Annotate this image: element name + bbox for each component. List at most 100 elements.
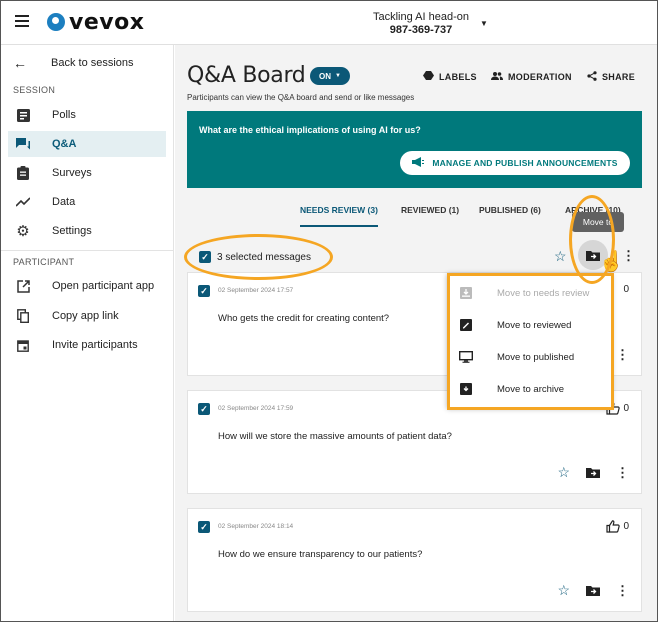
tab-published[interactable]: PUBLISHED (6) — [479, 203, 541, 227]
copy-icon — [15, 309, 31, 323]
tab-reviewed[interactable]: REVIEWED (1) — [401, 203, 459, 227]
page-subtitle: Participants can view the Q&A board and … — [187, 93, 415, 102]
tab-needs-review[interactable]: NEEDS REVIEW (3) — [300, 203, 378, 227]
message-checkbox[interactable]: ✓ — [198, 403, 210, 415]
caret-down-icon: ▼ — [335, 73, 341, 79]
labels-button[interactable]: LABELS — [423, 70, 477, 84]
people-icon — [491, 71, 503, 83]
message-card: ✓ 02 September 2024 18:14 How do we ensu… — [187, 508, 642, 612]
sidebar-item-open-participant-app[interactable]: Open participant app — [8, 273, 166, 299]
star-icon[interactable]: ☆ — [557, 464, 570, 481]
menu-item-label: Move to archive — [497, 383, 565, 395]
select-all-checkbox[interactable]: ✓ — [199, 251, 211, 263]
sidebar-item-label: Copy app link — [52, 310, 119, 322]
message-checkbox[interactable]: ✓ — [198, 285, 210, 297]
message-actions: ☆ ⋮ — [541, 582, 629, 599]
announcement-banner: What are the ethical implications of usi… — [187, 111, 642, 188]
likes-value: 0 — [623, 403, 629, 414]
menu-item-label: Move to reviewed — [497, 319, 572, 331]
manage-announcements-button[interactable]: MANAGE AND PUBLISH ANNOUNCEMENTS — [400, 151, 630, 175]
session-selector[interactable]: Tackling AI head-on 987-369-737 — [361, 11, 481, 37]
sidebar-item-copy-app-link[interactable]: Copy app link — [8, 303, 166, 329]
menu-item-archive[interactable]: Move to archive — [447, 373, 612, 405]
thumb-up-icon[interactable] — [606, 520, 621, 533]
move-folder-icon[interactable] — [586, 585, 600, 596]
session-title: Tackling AI head-on — [372, 11, 469, 23]
logo-mark-icon — [47, 13, 65, 31]
session-code: 987-369-737 — [389, 24, 453, 36]
share-label: SHARE — [602, 72, 636, 82]
menu-item-label: Move to needs review — [497, 287, 590, 299]
move-to-menu: Move to needs review Move to reviewed Mo… — [447, 273, 612, 408]
trend-icon — [15, 195, 31, 209]
move-folder-icon[interactable] — [586, 467, 600, 478]
session-section-label: SESSION — [13, 85, 56, 95]
message-date: 02 September 2024 18:14 — [218, 523, 294, 530]
message-text: How do we ensure transparency to our pat… — [218, 549, 423, 560]
selected-count: 3 selected messages — [217, 251, 311, 263]
main-content: Q&A Board ON ▼ LABELS MODERATION SHARE P… — [175, 45, 657, 621]
sidebar-item-label: Settings — [52, 225, 92, 237]
participant-section-label: PARTICIPANT — [13, 257, 75, 267]
more-vert-icon[interactable]: ⋮ — [616, 465, 629, 481]
sidebar-item-qa[interactable]: Q&A — [8, 131, 166, 157]
sidebar-item-label: Invite participants — [52, 339, 138, 351]
sidebar: ← Back to sessions SESSION Polls Q&A Sur… — [1, 45, 174, 621]
more-vert-icon[interactable]: ⋮ — [616, 583, 629, 599]
message-text: Who gets the credit for creating content… — [218, 313, 390, 324]
calendar-icon — [15, 338, 31, 352]
sidebar-item-settings[interactable]: ⚙ Settings — [8, 218, 166, 244]
sidebar-item-surveys[interactable]: Surveys — [8, 160, 166, 186]
more-vert-icon[interactable]: ⋮ — [616, 347, 629, 363]
app-window: vevox Tackling AI head-on 987-369-737 ▼ … — [0, 0, 658, 622]
back-label: Back to sessions — [51, 57, 134, 69]
message-actions: ☆ ⋮ — [541, 464, 629, 481]
on-label: ON — [319, 71, 332, 81]
edit-note-icon — [459, 318, 473, 332]
inbox-icon — [459, 286, 473, 300]
like-count: 0 — [623, 284, 629, 295]
menu-item-published[interactable]: Move to published — [447, 341, 612, 373]
likes-value: 0 — [623, 521, 629, 532]
sidebar-item-label: Data — [52, 196, 76, 208]
hand-cursor-icon: ☝ — [599, 251, 624, 273]
message-date: 02 September 2024 17:59 — [218, 405, 294, 412]
share-icon — [587, 70, 597, 84]
like-count: 0 — [606, 520, 629, 533]
sidebar-item-label: Surveys — [52, 167, 92, 179]
menu-item-reviewed[interactable]: Move to reviewed — [447, 309, 612, 341]
likes-value: 0 — [623, 284, 629, 295]
message-text: How will we store the massive amounts of… — [218, 431, 452, 442]
banner-question: What are the ethical implications of usi… — [199, 125, 421, 135]
sidebar-item-polls[interactable]: Polls — [8, 102, 166, 128]
sidebar-item-label: Polls — [52, 109, 76, 121]
share-button[interactable]: SHARE — [587, 70, 635, 84]
qa-on-toggle[interactable]: ON ▼ — [310, 67, 350, 85]
arrow-left-icon: ← — [13, 55, 27, 71]
back-to-sessions-link[interactable]: ← Back to sessions — [13, 55, 134, 71]
message-date: 02 September 2024 17:57 — [218, 287, 294, 294]
manage-announcements-label: MANAGE AND PUBLISH ANNOUNCEMENTS — [432, 158, 618, 168]
caret-down-icon[interactable]: ▼ — [480, 19, 488, 28]
monitor-icon — [459, 350, 473, 364]
bulk-more-vert-icon[interactable]: ⋮ — [622, 248, 635, 264]
sidebar-item-data[interactable]: Data — [8, 189, 166, 215]
megaphone-icon — [412, 156, 425, 170]
bulk-star-icon[interactable]: ☆ — [554, 248, 567, 265]
clipboard-icon — [15, 166, 31, 180]
move-to-tooltip: Move to — [572, 212, 624, 232]
page-title: Q&A Board — [187, 63, 306, 88]
sidebar-item-label: Q&A — [52, 138, 77, 150]
moderation-button[interactable]: MODERATION — [491, 70, 572, 84]
chat-icon — [15, 137, 31, 151]
sidebar-item-invite-participants[interactable]: Invite participants — [8, 332, 166, 358]
star-icon[interactable]: ☆ — [557, 582, 570, 599]
menu-item-needs-review[interactable]: Move to needs review — [447, 277, 612, 309]
sidebar-item-label: Open participant app — [52, 280, 155, 292]
logo-text: vevox — [69, 9, 145, 35]
message-checkbox[interactable]: ✓ — [198, 521, 210, 533]
menu-icon[interactable] — [15, 15, 29, 27]
gear-icon: ⚙ — [16, 223, 30, 240]
moderation-label: MODERATION — [508, 72, 572, 82]
archive-icon — [459, 382, 473, 396]
